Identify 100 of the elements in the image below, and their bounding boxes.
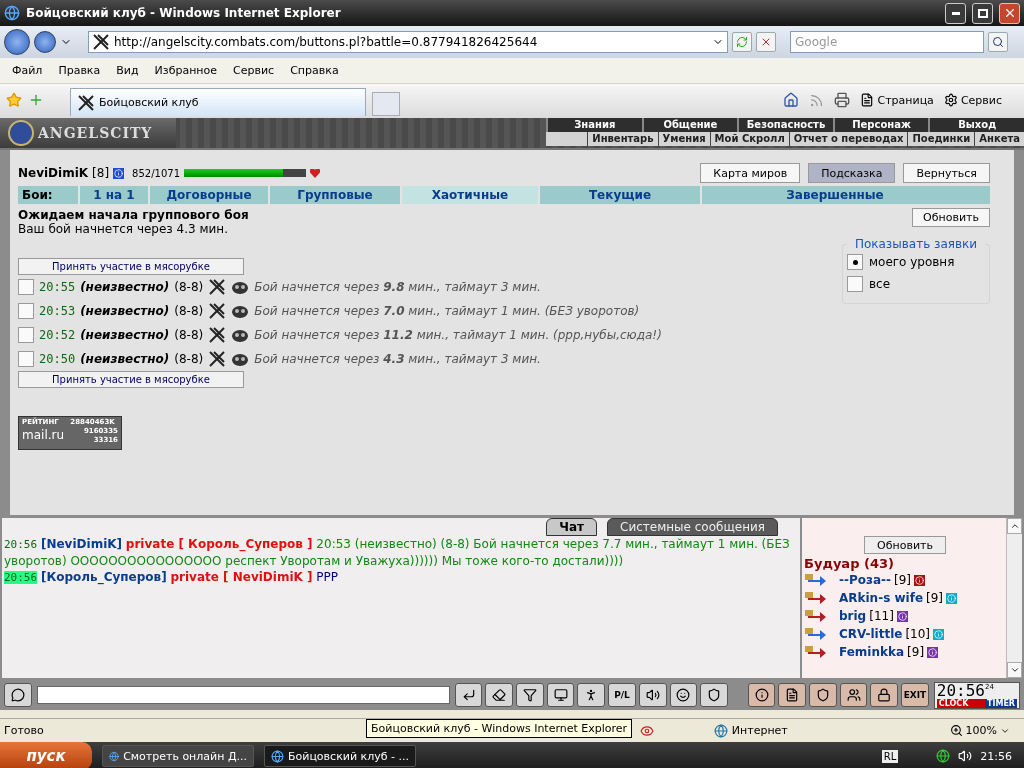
- info-icon[interactable]: [113, 167, 125, 179]
- lock-button[interactable]: [870, 683, 899, 707]
- timer-tab[interactable]: TIMER: [985, 698, 1018, 708]
- user-level: [11]: [869, 609, 894, 623]
- info-icon[interactable]: [914, 574, 926, 586]
- document-icon: [785, 688, 800, 702]
- request-text: Бой начнется через 7.0 мин., таймаут 1 мин. (БЕЗ уворотов): [254, 304, 640, 318]
- user-name[interactable]: brig: [839, 609, 867, 623]
- clear-button[interactable]: [485, 683, 514, 707]
- search-button[interactable]: [988, 32, 1008, 52]
- person-button[interactable]: [577, 683, 606, 707]
- star-icon[interactable]: [6, 92, 22, 108]
- nav-link[interactable]: Поединки: [907, 132, 975, 146]
- shield-button[interactable]: [809, 683, 837, 707]
- print-icon[interactable]: [834, 92, 851, 108]
- crossed-swords-icon: [208, 350, 227, 368]
- taskbar-button[interactable]: Смотреть онлайн Д...: [102, 745, 254, 767]
- request-radio[interactable]: [18, 351, 34, 367]
- join-button[interactable]: Принять участие в мясорубке: [18, 371, 244, 388]
- globe-icon: [713, 723, 728, 738]
- shield-button[interactable]: [700, 683, 728, 707]
- filter-button[interactable]: [516, 683, 544, 707]
- refresh-button[interactable]: Обновить: [912, 208, 990, 227]
- chat-tab[interactable]: Системные сообщения: [607, 518, 778, 536]
- scroll-button[interactable]: [778, 683, 807, 707]
- nav-link[interactable]: Мой Скролл: [709, 132, 789, 146]
- request-radio[interactable]: [18, 303, 34, 319]
- home-icon[interactable]: [783, 92, 800, 108]
- taskbar-button[interactable]: Бойцовский клуб - ...: [264, 745, 416, 767]
- lock-icon: [877, 688, 892, 702]
- user-name[interactable]: --Роза--: [839, 573, 892, 587]
- crossed-swords-icon: [77, 93, 95, 112]
- nav-link[interactable]: Умения: [657, 132, 710, 146]
- pl-button[interactable]: P/L: [608, 683, 636, 707]
- scrollbar[interactable]: [1006, 518, 1022, 678]
- tools-menu[interactable]: Сервис: [943, 93, 1002, 107]
- room-title: Будуар (43): [804, 556, 895, 571]
- send-button[interactable]: [454, 683, 483, 707]
- nav-button[interactable]: Вернуться: [903, 163, 990, 183]
- team-button[interactable]: [839, 683, 868, 707]
- refresh-button[interactable]: Обновить: [864, 536, 946, 554]
- status-text: Ваш бой начнется через 4.3 мин.: [18, 222, 229, 236]
- page-menu[interactable]: Страница: [860, 93, 934, 107]
- nav-button[interactable]: Подсказка: [808, 163, 896, 183]
- menu-item[interactable]: Вид: [108, 64, 147, 77]
- scroll-up-icon[interactable]: [1009, 521, 1020, 531]
- browser-icon: [4, 5, 20, 21]
- filter-radio[interactable]: [847, 254, 863, 270]
- speak-button[interactable]: [4, 683, 32, 707]
- info-button[interactable]: [747, 683, 776, 707]
- refresh-button[interactable]: [732, 32, 752, 52]
- volume-icon[interactable]: [958, 749, 973, 763]
- menu-item[interactable]: Правка: [50, 64, 109, 77]
- info-icon[interactable]: [927, 646, 939, 658]
- back-button[interactable]: [4, 29, 30, 55]
- scroll-down-icon[interactable]: [1009, 665, 1020, 675]
- filter-radio[interactable]: [847, 276, 863, 292]
- browser-tab[interactable]: Бойцовский клуб: [70, 88, 366, 116]
- request-time: 20:53: [39, 304, 76, 318]
- nav-link[interactable]: Инвентарь: [587, 132, 658, 146]
- smile-icon: [676, 688, 691, 702]
- counter-brand: mail.ru: [22, 427, 66, 444]
- nav-link[interactable]: Отчет о переводах: [788, 132, 908, 146]
- player-name[interactable]: NeviDimiK: [18, 166, 89, 180]
- menu-item[interactable]: Файл: [4, 64, 51, 77]
- start-button[interactable]: пуск: [0, 742, 92, 768]
- nav-button[interactable]: Карта миров: [700, 163, 801, 183]
- menu-item[interactable]: Сервис: [225, 64, 283, 77]
- chat-input[interactable]: [36, 686, 450, 704]
- close-button[interactable]: [999, 2, 1020, 24]
- sound-button[interactable]: [638, 683, 667, 707]
- menu-item[interactable]: Справка: [282, 64, 347, 77]
- stop-button[interactable]: [756, 32, 776, 52]
- exit-button[interactable]: EXIT: [901, 683, 929, 707]
- chat-message: 20:56 [NeviDimiK] private [ Король_Суперов ] 20:53 (неизвестно) (8-8) Бой начнется через 7.7 мин., таймаут 1 мин. (БЕЗ уворотов) ОООООООООООООООО респект Уворотам и Уважуха)))))) Мы тоже кого-то достали)))): [3, 536, 791, 569]
- maximize-button[interactable]: [972, 2, 993, 24]
- crossed-swords-icon: [208, 302, 227, 320]
- menu-item[interactable]: Избранное: [146, 64, 226, 77]
- user-name[interactable]: Feminkka: [839, 645, 905, 659]
- zoom-control[interactable]: 100%: [949, 724, 1010, 737]
- smile-button[interactable]: [669, 683, 698, 707]
- request-radio[interactable]: [18, 327, 34, 343]
- monitor-button[interactable]: [546, 683, 575, 707]
- language-indicator[interactable]: RL: [881, 749, 899, 763]
- info-icon[interactable]: [896, 610, 908, 622]
- request-radio[interactable]: [18, 279, 34, 295]
- join-button[interactable]: Принять участие в мясорубке: [18, 258, 244, 275]
- nav-link[interactable]: Анкета: [974, 132, 1024, 146]
- clock-tab[interactable]: CLOCK: [936, 698, 985, 708]
- address-field[interactable]: http://angelscity.combats.com/buttons.pl?battle=0.877941826425644: [88, 31, 728, 53]
- shield-icon: [707, 688, 722, 702]
- minimize-button[interactable]: [945, 2, 966, 24]
- battle-tab[interactable]: Хаотичные: [400, 186, 538, 204]
- minimize-icon: [951, 11, 960, 15]
- forward-button[interactable]: [34, 31, 56, 53]
- user-name[interactable]: CRV-little: [839, 627, 903, 641]
- chat-tab[interactable]: Чат: [546, 518, 598, 536]
- search-field[interactable]: Google: [790, 31, 984, 53]
- user-name[interactable]: ARkin-s wife: [839, 591, 924, 605]
- tray-icon[interactable]: [936, 749, 951, 763]
